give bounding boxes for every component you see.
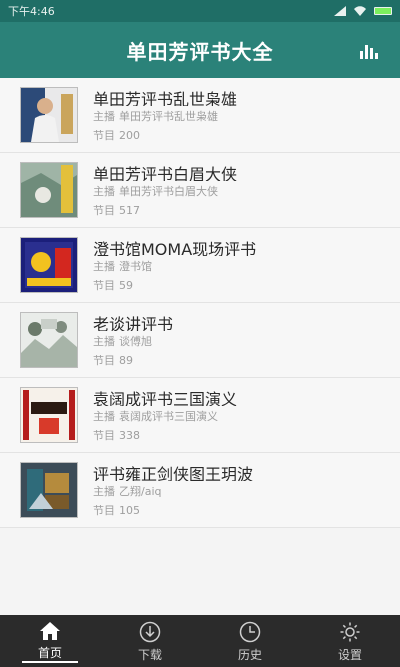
- cover-image: [20, 87, 78, 143]
- list-item-count: 节目 89: [93, 354, 133, 367]
- cover-image: [20, 237, 78, 293]
- gear-icon: [340, 622, 360, 642]
- list-item-host: 主播 澄书馆: [93, 260, 152, 273]
- list-item-title: 单田芳评书白眉大侠: [93, 165, 238, 181]
- tab-label: 设置: [337, 648, 362, 662]
- cover-image: [20, 462, 78, 518]
- list-item-title: 澄书馆MOMA现场评书: [93, 240, 257, 256]
- status-bar: 下午4:46: [0, 0, 400, 22]
- list-item-host: 主播 单田芳评书白眉大侠: [93, 185, 218, 198]
- list-item[interactable]: 评书雍正剑侠图王玥波 主播 乙翔/aiq 节目 105: [0, 453, 400, 528]
- list-item-title: 老谈讲评书: [93, 315, 174, 331]
- list-item-host: 主播 单田芳评书乱世枭雄: [93, 110, 218, 123]
- chart-icon[interactable]: [360, 41, 378, 59]
- list-item[interactable]: 单田芳评书乱世枭雄 主播 单田芳评书乱世枭雄 节目 200: [0, 78, 400, 153]
- list-item-meta: 袁阔成评书三国演义 主播 袁阔成评书三国演义 节目 338: [93, 386, 383, 444]
- tab-label: 下载: [137, 648, 162, 662]
- list-item-meta: 澄书馆MOMA现场评书 主播 澄书馆 节目 59: [93, 236, 383, 294]
- list-item-count: 节目 105: [93, 504, 140, 517]
- program-list: 单田芳评书乱世枭雄 主播 单田芳评书乱世枭雄 节目 200 单田芳评书白眉大侠 主播…: [0, 78, 400, 528]
- active-indicator: [22, 661, 78, 663]
- download-icon: [139, 621, 161, 643]
- tab-settings[interactable]: 设置: [300, 615, 400, 667]
- list-item-count: 节目 338: [93, 429, 140, 442]
- clock-icon: [239, 621, 261, 643]
- list-item[interactable]: 澄书馆MOMA现场评书 主播 澄书馆 节目 59: [0, 228, 400, 303]
- status-icons: [334, 6, 392, 16]
- list-item[interactable]: 袁阔成评书三国演义 主播 袁阔成评书三国演义 节目 338: [0, 378, 400, 453]
- tab-home[interactable]: 首页: [0, 615, 100, 667]
- cover-image: [20, 387, 78, 443]
- signal-icon: [334, 6, 346, 16]
- list-item-host: 主播 谈傅旭: [93, 335, 152, 348]
- page-title: 单田芳评书大全: [126, 39, 274, 64]
- list-item-title: 袁阔成评书三国演义: [93, 390, 238, 406]
- list-item-host: 主播 乙翔/aiq: [93, 485, 162, 498]
- cover-image: [20, 162, 78, 218]
- tab-history[interactable]: 历史: [200, 615, 300, 667]
- list-item-host: 主播 袁阔成评书三国演义: [93, 410, 218, 423]
- list-item-count: 节目 200: [93, 129, 140, 142]
- list-item[interactable]: 单田芳评书白眉大侠 主播 单田芳评书白眉大侠 节目 517: [0, 153, 400, 228]
- cover-image: [20, 312, 78, 368]
- list-item-title: 评书雍正剑侠图王玥波: [93, 465, 254, 481]
- list-item-meta: 评书雍正剑侠图王玥波 主播 乙翔/aiq 节目 105: [93, 461, 383, 519]
- list-item-count: 节目 517: [93, 204, 140, 217]
- app-header: 单田芳评书大全: [0, 22, 400, 78]
- tab-label: 历史: [237, 648, 262, 662]
- home-icon: [40, 622, 60, 640]
- list-item[interactable]: 老谈讲评书 主播 谈傅旭 节目 89: [0, 303, 400, 378]
- list-item-meta: 单田芳评书乱世枭雄 主播 单田芳评书乱世枭雄 节目 200: [93, 86, 383, 144]
- battery-icon: [374, 7, 392, 15]
- tab-download[interactable]: 下载: [100, 615, 200, 667]
- list-item-title: 单田芳评书乱世枭雄: [93, 90, 238, 106]
- tab-label: 首页: [37, 646, 62, 660]
- wifi-icon: [354, 6, 366, 16]
- list-item-meta: 单田芳评书白眉大侠 主播 单田芳评书白眉大侠 节目 517: [93, 161, 383, 219]
- list-item-meta: 老谈讲评书 主播 谈傅旭 节目 89: [93, 311, 383, 369]
- bottom-tab-bar: 首页 下载 历史 设置: [0, 615, 400, 667]
- status-time: 下午4:46: [8, 5, 55, 18]
- list-item-count: 节目 59: [93, 279, 133, 292]
